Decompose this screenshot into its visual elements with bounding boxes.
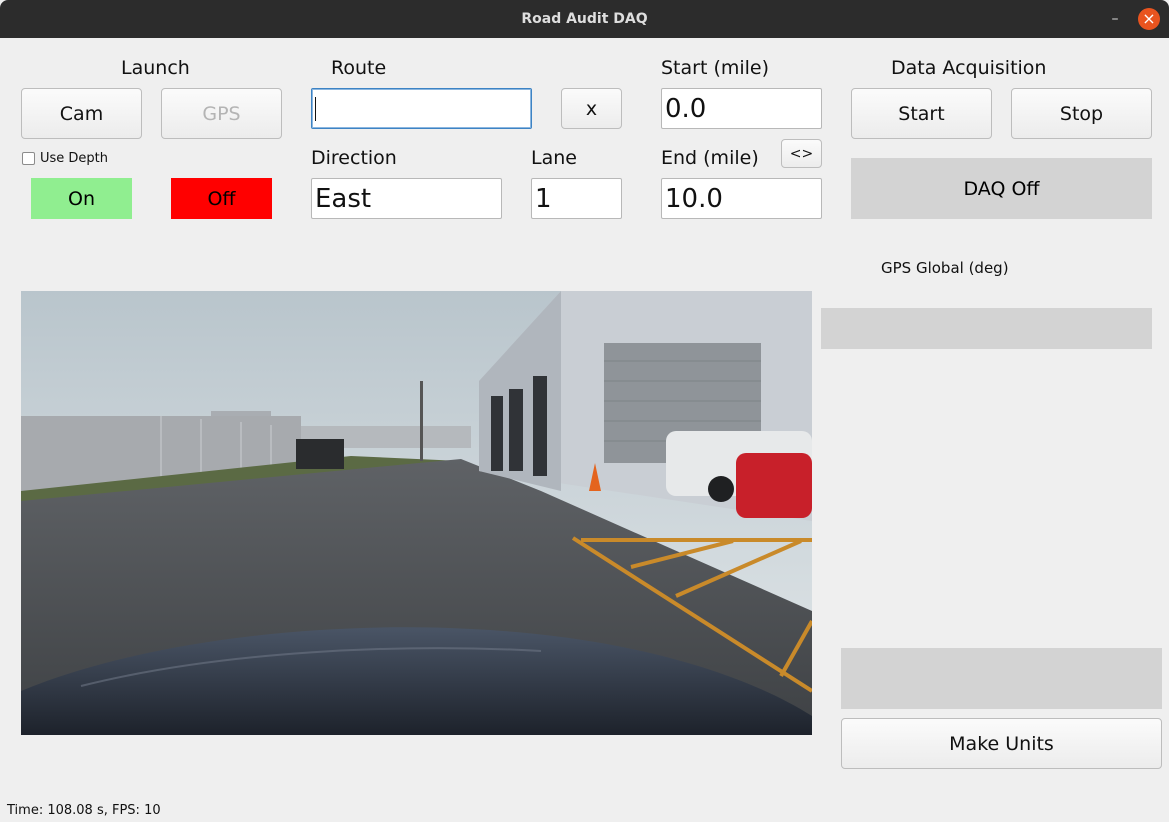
cam-button[interactable]: Cam	[21, 88, 142, 139]
title-bar: Road Audit DAQ – ×	[0, 0, 1169, 38]
swap-miles-button[interactable]: <>	[781, 139, 822, 168]
lane-input[interactable]: 1	[531, 178, 622, 219]
gps-global-label: GPS Global (deg)	[881, 259, 1009, 277]
start-mile-input[interactable]: 0.0	[661, 88, 822, 129]
end-mile-input[interactable]: 10.0	[661, 178, 822, 219]
direction-label: Direction	[311, 147, 397, 169]
close-icon[interactable]: ×	[1138, 8, 1160, 30]
daq-stop-button[interactable]: Stop	[1011, 88, 1152, 139]
window-title: Road Audit DAQ	[521, 11, 648, 27]
gps-global-display	[821, 308, 1152, 349]
end-mile-label: End (mile)	[661, 147, 759, 169]
status-bar-text: Time: 108.08 s, FPS: 10	[7, 803, 161, 818]
route-heading: Route	[331, 57, 387, 79]
off-indicator: Off	[171, 178, 272, 219]
daq-status: DAQ Off	[851, 158, 1152, 219]
units-display	[841, 648, 1162, 709]
launch-heading: Launch	[121, 57, 190, 79]
on-indicator: On	[31, 178, 132, 219]
daq-heading: Data Acquisition	[891, 57, 1047, 79]
camera-feed	[21, 291, 812, 735]
daq-start-button[interactable]: Start	[851, 88, 992, 139]
lane-label: Lane	[531, 147, 577, 169]
text-cursor	[315, 96, 316, 121]
gps-button[interactable]: GPS	[161, 88, 282, 139]
clear-route-button[interactable]: x	[561, 88, 622, 129]
camera-feed-image	[21, 291, 812, 735]
route-input[interactable]	[311, 88, 532, 129]
use-depth-label: Use Depth	[40, 151, 109, 166]
minimize-icon[interactable]: –	[1104, 8, 1126, 30]
make-units-button[interactable]: Make Units	[841, 718, 1162, 769]
direction-input[interactable]: East	[311, 178, 502, 219]
start-mile-label: Start (mile)	[661, 57, 770, 79]
use-depth-checkbox[interactable]	[22, 152, 35, 165]
